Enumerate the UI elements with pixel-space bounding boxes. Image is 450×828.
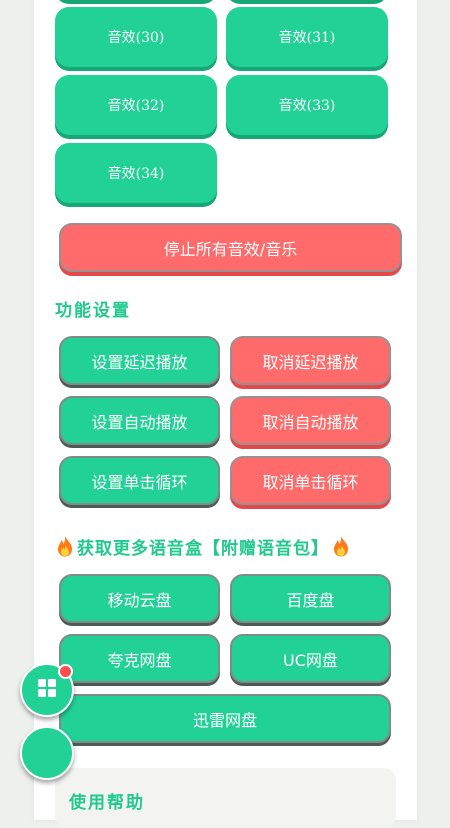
uc-pan-button[interactable]: UC网盘	[230, 634, 391, 683]
cancel-auto-play-button[interactable]: 取消自动播放	[230, 396, 391, 445]
sound-effect-33-button[interactable]: 音效(33)	[226, 75, 388, 135]
grid-icon	[37, 678, 57, 702]
set-click-loop-button[interactable]: 设置单击循环	[59, 456, 220, 505]
secondary-fab[interactable]	[20, 726, 74, 780]
baidu-pan-button[interactable]: 百度盘	[230, 574, 391, 623]
cancel-click-loop-button[interactable]: 取消单击循环	[230, 456, 391, 505]
sound-effect-30-button[interactable]: 音效(30)	[55, 7, 217, 67]
sound-effect-32-button[interactable]: 音效(32)	[55, 75, 217, 135]
notification-badge	[58, 664, 73, 679]
stop-all-button[interactable]: 停止所有音效/音乐	[59, 223, 402, 272]
settings-section-title: 功能设置	[55, 301, 131, 321]
menu-fab[interactable]	[20, 663, 74, 717]
quark-pan-button[interactable]: 夸克网盘	[59, 634, 220, 683]
cancel-delay-play-button[interactable]: 取消延迟播放	[230, 336, 391, 385]
set-auto-play-button[interactable]: 设置自动播放	[59, 396, 220, 445]
flame-icon	[331, 535, 351, 562]
help-card: 使用帮助	[55, 768, 396, 828]
help-title: 使用帮助	[69, 793, 145, 813]
more-section-title: 获取更多语音盒【附赠语音包】	[53, 534, 353, 562]
xunlei-pan-button[interactable]: 迅雷网盘	[59, 694, 391, 743]
sound-effect-34-button[interactable]: 音效(34)	[55, 143, 217, 203]
more-section-title-text: 获取更多语音盒【附赠语音包】	[77, 539, 329, 559]
set-delay-play-button[interactable]: 设置延迟播放	[59, 336, 220, 385]
sound-effect-31-button[interactable]: 音效(31)	[226, 7, 388, 67]
flame-icon	[55, 535, 75, 562]
mobile-cloud-button[interactable]: 移动云盘	[59, 574, 220, 623]
